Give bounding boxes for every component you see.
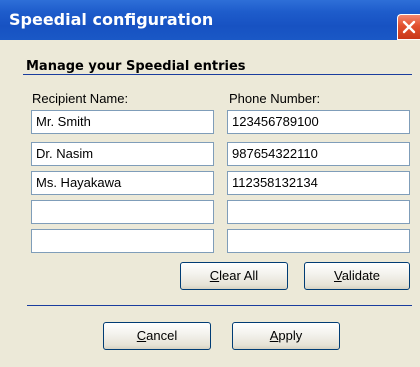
cancel-label: ancel <box>146 328 178 343</box>
recipient-name-field[interactable]: Dr. Nasim <box>31 142 214 166</box>
recipient-name-field[interactable] <box>31 200 214 224</box>
footer-divider <box>27 305 412 306</box>
dialog-window: Speedial configuration Manage your Speed… <box>0 0 420 367</box>
section-divider <box>23 74 412 75</box>
section-title: Manage your Speedial entries <box>26 59 246 74</box>
recipient-name-header: Recipient Name: <box>32 91 129 106</box>
window-title: Speedial configuration <box>9 10 214 29</box>
recipient-name-field[interactable]: Mr. Smith <box>31 110 214 134</box>
clear-all-label: lear All <box>219 268 259 283</box>
apply-button[interactable]: Apply <box>232 322 340 350</box>
phone-number-field[interactable] <box>227 229 410 253</box>
cancel-mnemonic: C <box>136 328 147 343</box>
validate-mnemonic: V <box>333 268 342 283</box>
clear-all-mnemonic: C <box>209 268 220 283</box>
phone-number-field[interactable] <box>227 200 410 224</box>
title-bar[interactable]: Speedial configuration <box>0 0 420 40</box>
recipient-name-field[interactable] <box>31 229 214 253</box>
phone-number-header: Phone Number: <box>229 91 321 106</box>
validate-button[interactable]: Validate <box>304 262 410 290</box>
close-button[interactable] <box>397 14 420 40</box>
phone-number-field[interactable]: 123456789100 <box>227 110 410 134</box>
clear-all-button[interactable]: Clear All <box>180 262 288 290</box>
close-icon <box>402 20 416 34</box>
cancel-button[interactable]: Cancel <box>103 322 211 350</box>
validate-label: alidate <box>341 268 381 283</box>
apply-label: pply <box>278 328 303 343</box>
phone-number-field[interactable]: 987654322110 <box>227 142 410 166</box>
phone-number-field[interactable]: 112358132134 <box>227 171 410 195</box>
recipient-name-field[interactable]: Ms. Hayakawa <box>31 171 214 195</box>
